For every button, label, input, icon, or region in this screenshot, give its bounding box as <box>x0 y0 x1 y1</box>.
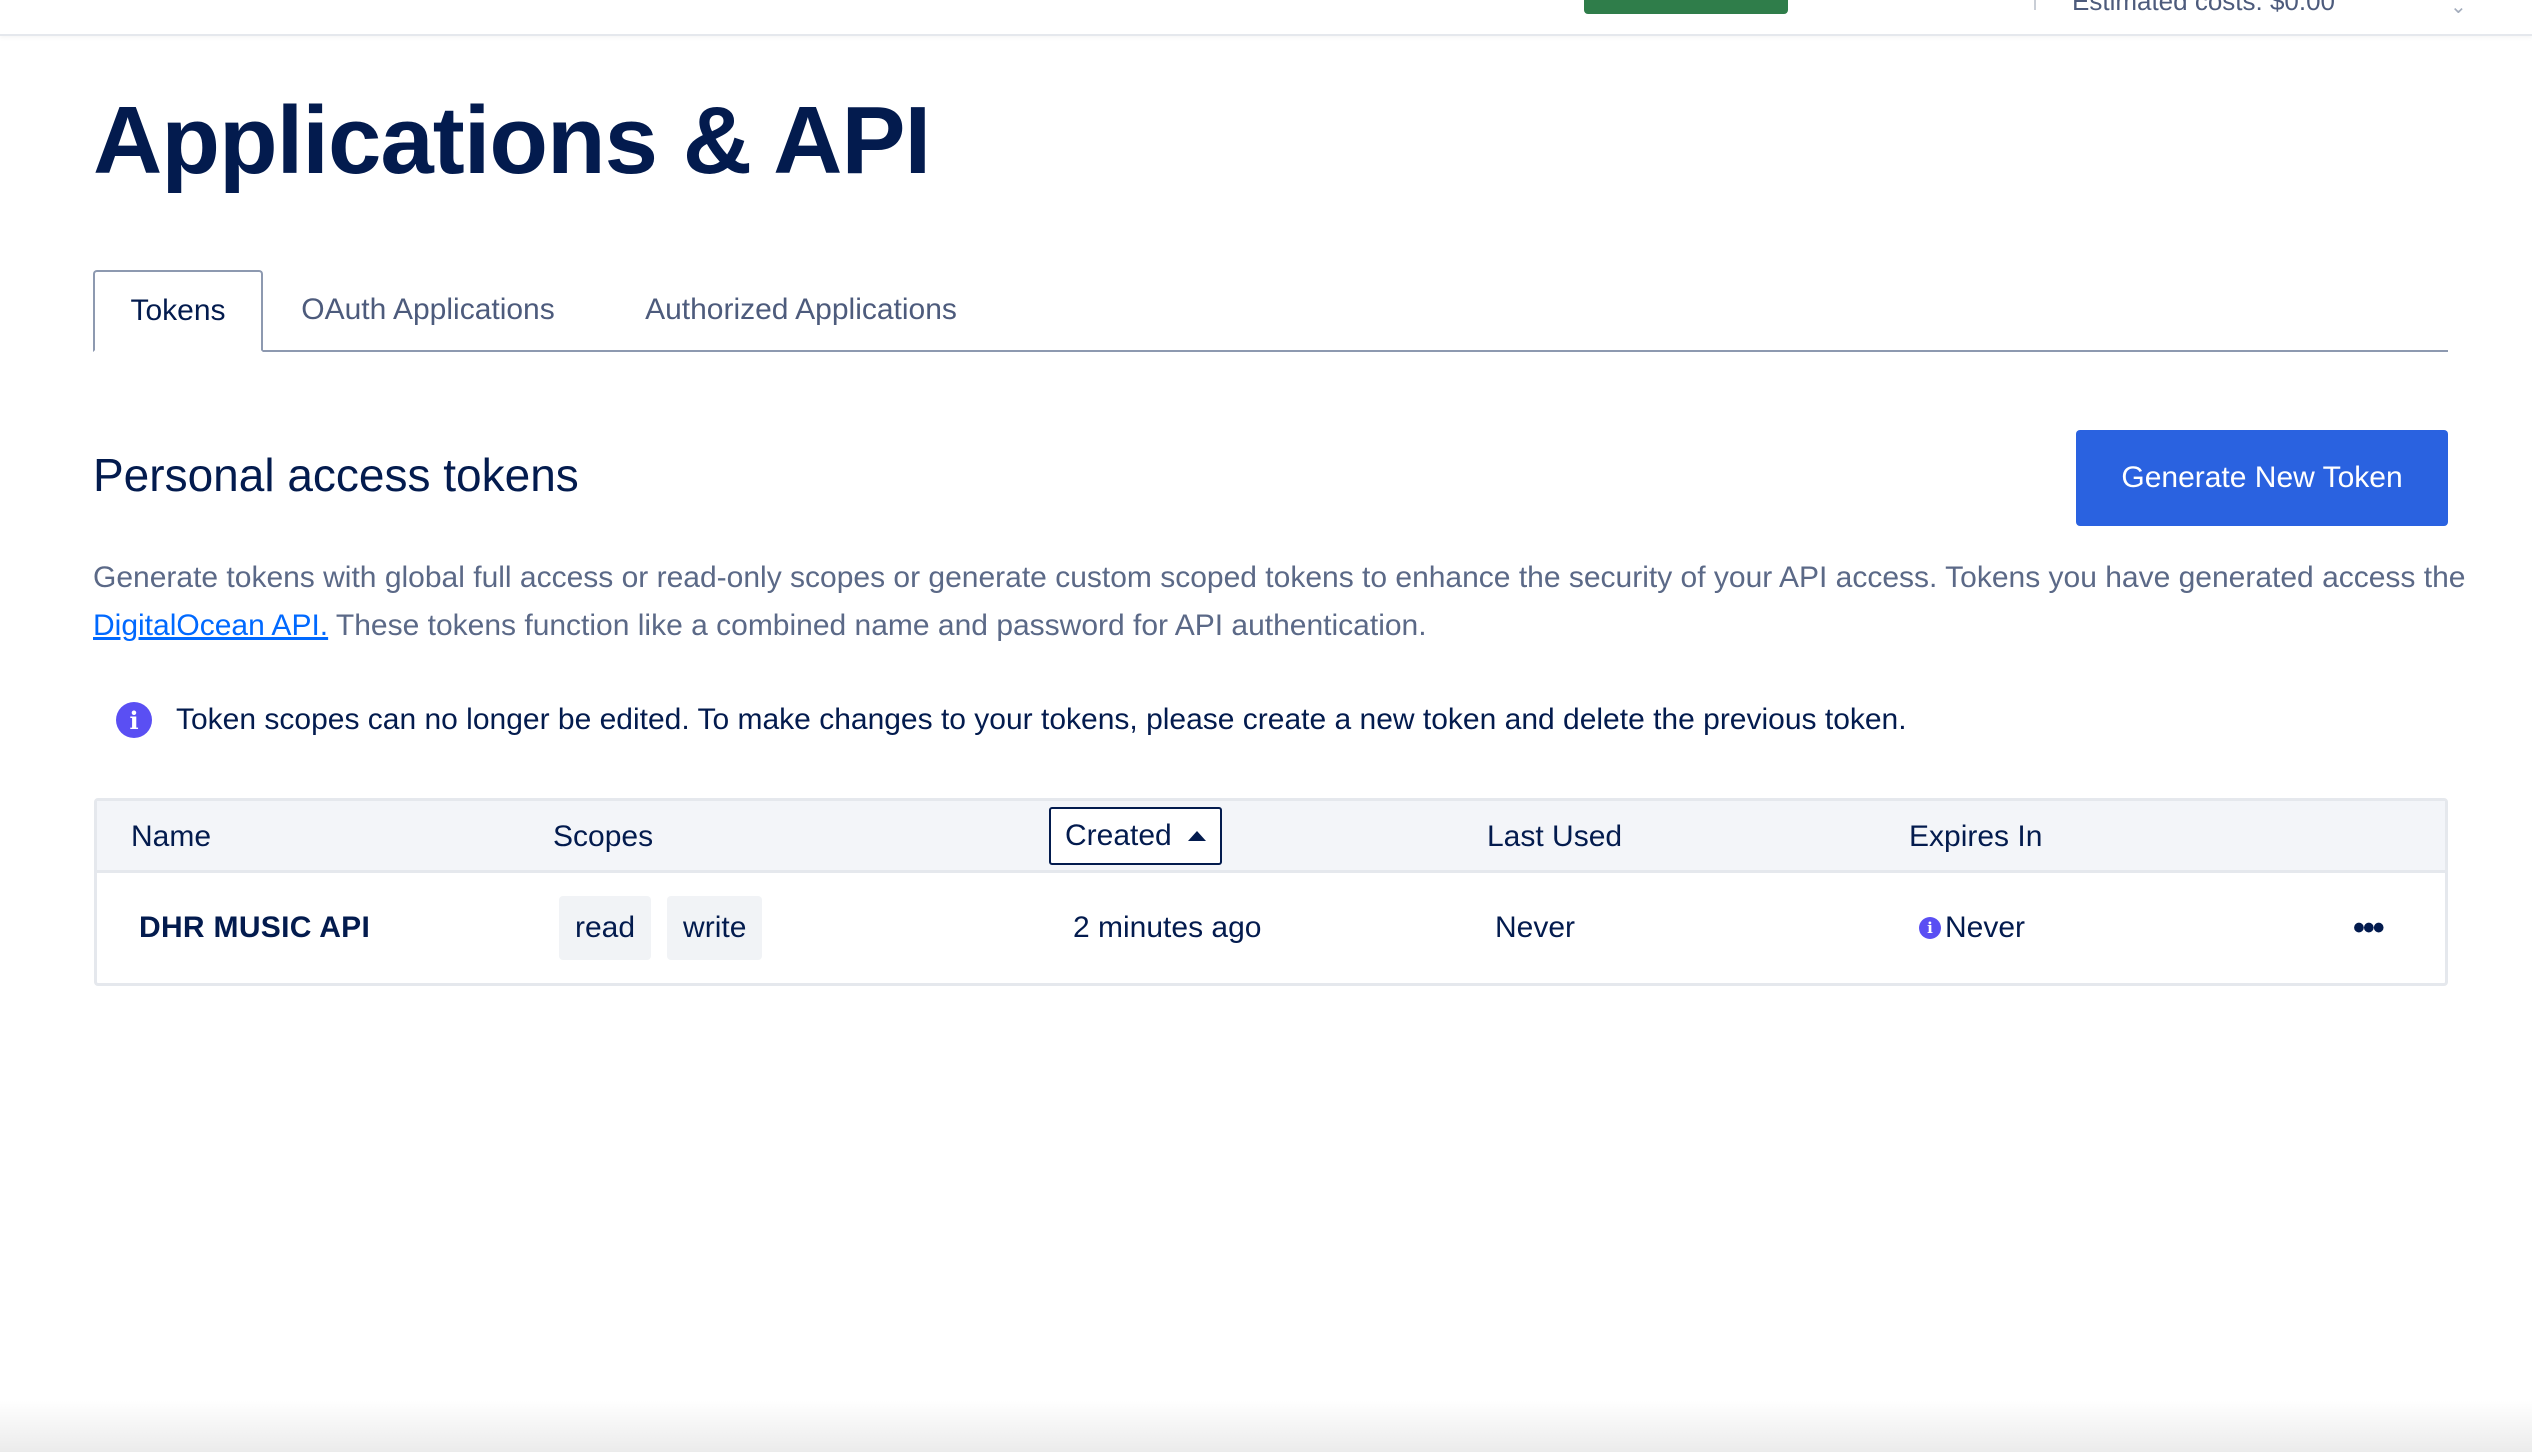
tab-bar: Tokens OAuth Applications Authorized App… <box>93 270 2448 352</box>
info-icon[interactable]: i <box>1919 917 1941 939</box>
table-header: Name Scopes Created Last Used Expires In <box>97 801 2445 873</box>
token-expires: i Never <box>1919 873 2025 983</box>
info-icon: i <box>116 702 152 738</box>
token-created: 2 minutes ago <box>1073 911 1262 944</box>
tokens-table: Name Scopes Created Last Used Expires In… <box>94 798 2448 986</box>
column-header-expires-in: Expires In <box>1909 820 2043 853</box>
column-header-name: Name <box>131 820 212 853</box>
description-text-1: Generate tokens with global full access … <box>93 561 2466 594</box>
page-title: Applications & API <box>93 87 931 194</box>
top-bar: Estimated costs: $0.00 ⌄ <box>0 0 2532 36</box>
description: Generate tokens with global full access … <box>93 554 2473 650</box>
token-scopes: read write <box>559 873 763 983</box>
topbar-green-button[interactable] <box>1584 0 1788 14</box>
bottom-shadow <box>0 1400 2532 1452</box>
column-header-created-label: Created <box>1065 819 1172 852</box>
token-name: DHR MUSIC API <box>139 911 371 944</box>
description-text-2: These tokens function like a combined na… <box>328 609 1427 642</box>
sort-ascending-icon <box>1187 831 1206 841</box>
info-note-text: Token scopes can no longer be edited. To… <box>176 703 1907 736</box>
generate-new-token-button[interactable]: Generate New Token <box>2076 430 2448 526</box>
topbar-divider <box>2034 0 2036 10</box>
more-options-icon[interactable]: ••• <box>2353 873 2385 983</box>
column-header-last-used: Last Used <box>1487 820 1623 853</box>
token-expires-value: Never <box>1945 911 2026 944</box>
chevron-down-icon[interactable]: ⌄ <box>2450 0 2467 19</box>
scope-tag: read <box>559 896 652 960</box>
tab-tokens[interactable]: Tokens <box>93 270 263 352</box>
scope-tag: write <box>667 896 763 960</box>
section-title: Personal access tokens <box>93 449 579 501</box>
info-note: i Token scopes can no longer be edited. … <box>116 702 1907 738</box>
column-header-created-sort[interactable]: Created <box>1049 807 1222 865</box>
tab-authorized-applications[interactable]: Authorized Applications <box>631 270 971 350</box>
token-last-used: Never <box>1495 911 1576 944</box>
digitalocean-api-link[interactable]: DigitalOcean API. <box>93 609 328 642</box>
column-header-scopes: Scopes <box>553 820 654 853</box>
estimated-costs[interactable]: Estimated costs: $0.00 <box>2072 0 2335 17</box>
table-row: DHR MUSIC API read write 2 minutes ago N… <box>97 873 2445 983</box>
tab-oauth-applications[interactable]: OAuth Applications <box>293 270 563 350</box>
